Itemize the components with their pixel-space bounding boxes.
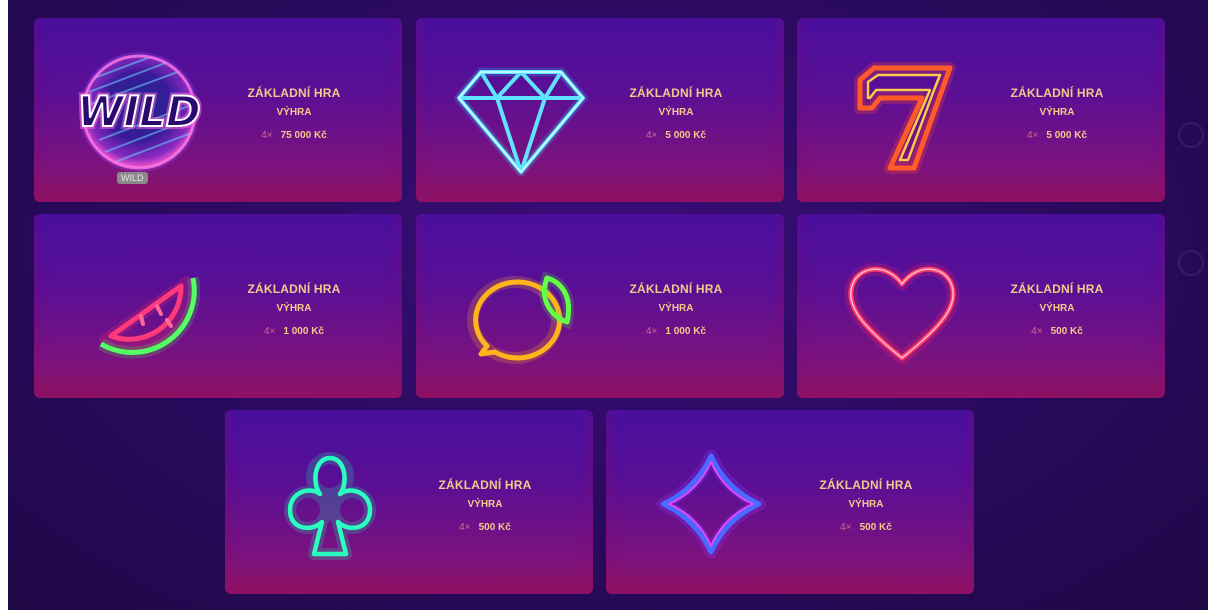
paytable-card-watermelon: ZÁKLADNÍ HRA VÝHRA 4× 1 000 Kč bbox=[34, 214, 402, 398]
payout-line: 4× 500 Kč bbox=[997, 326, 1117, 337]
paytable-card-club: ZÁKLADNÍ HRA VÝHRA 4× 500 Kč bbox=[225, 410, 593, 594]
payout-title: ZÁKLADNÍ HRA bbox=[1010, 282, 1104, 296]
payout-multiplier: 4× bbox=[840, 522, 852, 533]
svg-text:WILD: WILD bbox=[77, 87, 201, 136]
diamond-gem-icon bbox=[436, 18, 606, 202]
payout-title: ZÁKLADNÍ HRA bbox=[438, 478, 532, 492]
payout-line: 4× 500 Kč bbox=[425, 522, 545, 533]
heart-icon bbox=[817, 214, 987, 398]
watermelon-icon bbox=[54, 214, 224, 398]
payout-subtitle: VÝHRA bbox=[658, 303, 694, 314]
payout-line: 4× 5 000 Kč bbox=[997, 130, 1117, 141]
payout-title: ZÁKLADNÍ HRA bbox=[629, 282, 723, 296]
payout-multiplier: 4× bbox=[646, 130, 658, 141]
payout-amount: 5 000 Kč bbox=[665, 130, 706, 141]
paytable-board: WILD WILD WILD ZÁKLADNÍ HRA VÝHRA 4× 75 0… bbox=[8, 0, 1208, 610]
payout-subtitle: VÝHRA bbox=[1039, 303, 1075, 314]
payout-title: ZÁKLADNÍ HRA bbox=[247, 282, 341, 296]
payout-title: ZÁKLADNÍ HRA bbox=[247, 86, 341, 100]
payout-multiplier: 4× bbox=[264, 326, 276, 337]
club-icon bbox=[245, 410, 415, 594]
payout-amount: 75 000 Kč bbox=[280, 130, 327, 141]
payout-amount: 1 000 Kč bbox=[283, 326, 324, 337]
payout-info: ZÁKLADNÍ HRA VÝHRA 4× 1 000 Kč bbox=[234, 282, 354, 337]
payout-title: ZÁKLADNÍ HRA bbox=[819, 478, 913, 492]
diamond-suit-icon bbox=[626, 410, 796, 594]
payout-multiplier: 4× bbox=[646, 326, 658, 337]
payout-multiplier: 4× bbox=[1027, 130, 1039, 141]
lucky-seven-icon bbox=[817, 18, 987, 202]
payout-info: ZÁKLADNÍ HRA VÝHRA 4× 500 Kč bbox=[425, 478, 545, 533]
payout-subtitle: VÝHRA bbox=[276, 303, 312, 314]
payout-info: ZÁKLADNÍ HRA VÝHRA 4× 500 Kč bbox=[997, 282, 1117, 337]
payout-title: ZÁKLADNÍ HRA bbox=[629, 86, 723, 100]
wild-badge: WILD bbox=[117, 172, 148, 184]
decorative-ring bbox=[1178, 122, 1204, 148]
payout-amount: 5 000 Kč bbox=[1046, 130, 1087, 141]
payout-line: 4× 1 000 Kč bbox=[234, 326, 354, 337]
payout-subtitle: VÝHRA bbox=[276, 107, 312, 118]
payout-amount: 500 Kč bbox=[1050, 326, 1083, 337]
paytable-card-seven: ZÁKLADNÍ HRA VÝHRA 4× 5 000 Kč bbox=[797, 18, 1165, 202]
payout-line: 4× 500 Kč bbox=[806, 522, 926, 533]
payout-info: ZÁKLADNÍ HRA VÝHRA 4× 5 000 Kč bbox=[616, 86, 736, 141]
payout-info: ZÁKLADNÍ HRA VÝHRA 4× 5 000 Kč bbox=[997, 86, 1117, 141]
payout-info: ZÁKLADNÍ HRA VÝHRA 4× 500 Kč bbox=[806, 478, 926, 533]
payout-line: 4× 1 000 Kč bbox=[616, 326, 736, 337]
paytable-card-diamond: ZÁKLADNÍ HRA VÝHRA 4× 5 000 Kč bbox=[416, 18, 784, 202]
payout-title: ZÁKLADNÍ HRA bbox=[1010, 86, 1104, 100]
decorative-ring bbox=[1178, 250, 1204, 276]
payout-multiplier: 4× bbox=[459, 522, 471, 533]
payout-amount: 500 Kč bbox=[478, 522, 511, 533]
payout-line: 4× 75 000 Kč bbox=[234, 130, 354, 141]
payout-subtitle: VÝHRA bbox=[848, 499, 884, 510]
payout-subtitle: VÝHRA bbox=[1039, 107, 1075, 118]
payout-subtitle: VÝHRA bbox=[467, 499, 503, 510]
payout-subtitle: VÝHRA bbox=[658, 107, 694, 118]
paytable-card-heart: ZÁKLADNÍ HRA VÝHRA 4× 500 Kč bbox=[797, 214, 1165, 398]
payout-amount: 1 000 Kč bbox=[665, 326, 706, 337]
lemon-icon bbox=[436, 214, 606, 398]
paytable-card-lemon: ZÁKLADNÍ HRA VÝHRA 4× 1 000 Kč bbox=[416, 214, 784, 398]
payout-info: ZÁKLADNÍ HRA VÝHRA 4× 1 000 Kč bbox=[616, 282, 736, 337]
paytable-card-diamond-suit: ZÁKLADNÍ HRA VÝHRA 4× 500 Kč bbox=[606, 410, 974, 594]
payout-amount: 500 Kč bbox=[859, 522, 892, 533]
payout-info: ZÁKLADNÍ HRA VÝHRA 4× 75 000 Kč bbox=[234, 86, 354, 141]
payout-multiplier: 4× bbox=[1031, 326, 1043, 337]
payout-line: 4× 5 000 Kč bbox=[616, 130, 736, 141]
payout-multiplier: 4× bbox=[261, 130, 273, 141]
paytable-card-wild: WILD WILD WILD ZÁKLADNÍ HRA VÝHRA 4× 75 0… bbox=[34, 18, 402, 202]
